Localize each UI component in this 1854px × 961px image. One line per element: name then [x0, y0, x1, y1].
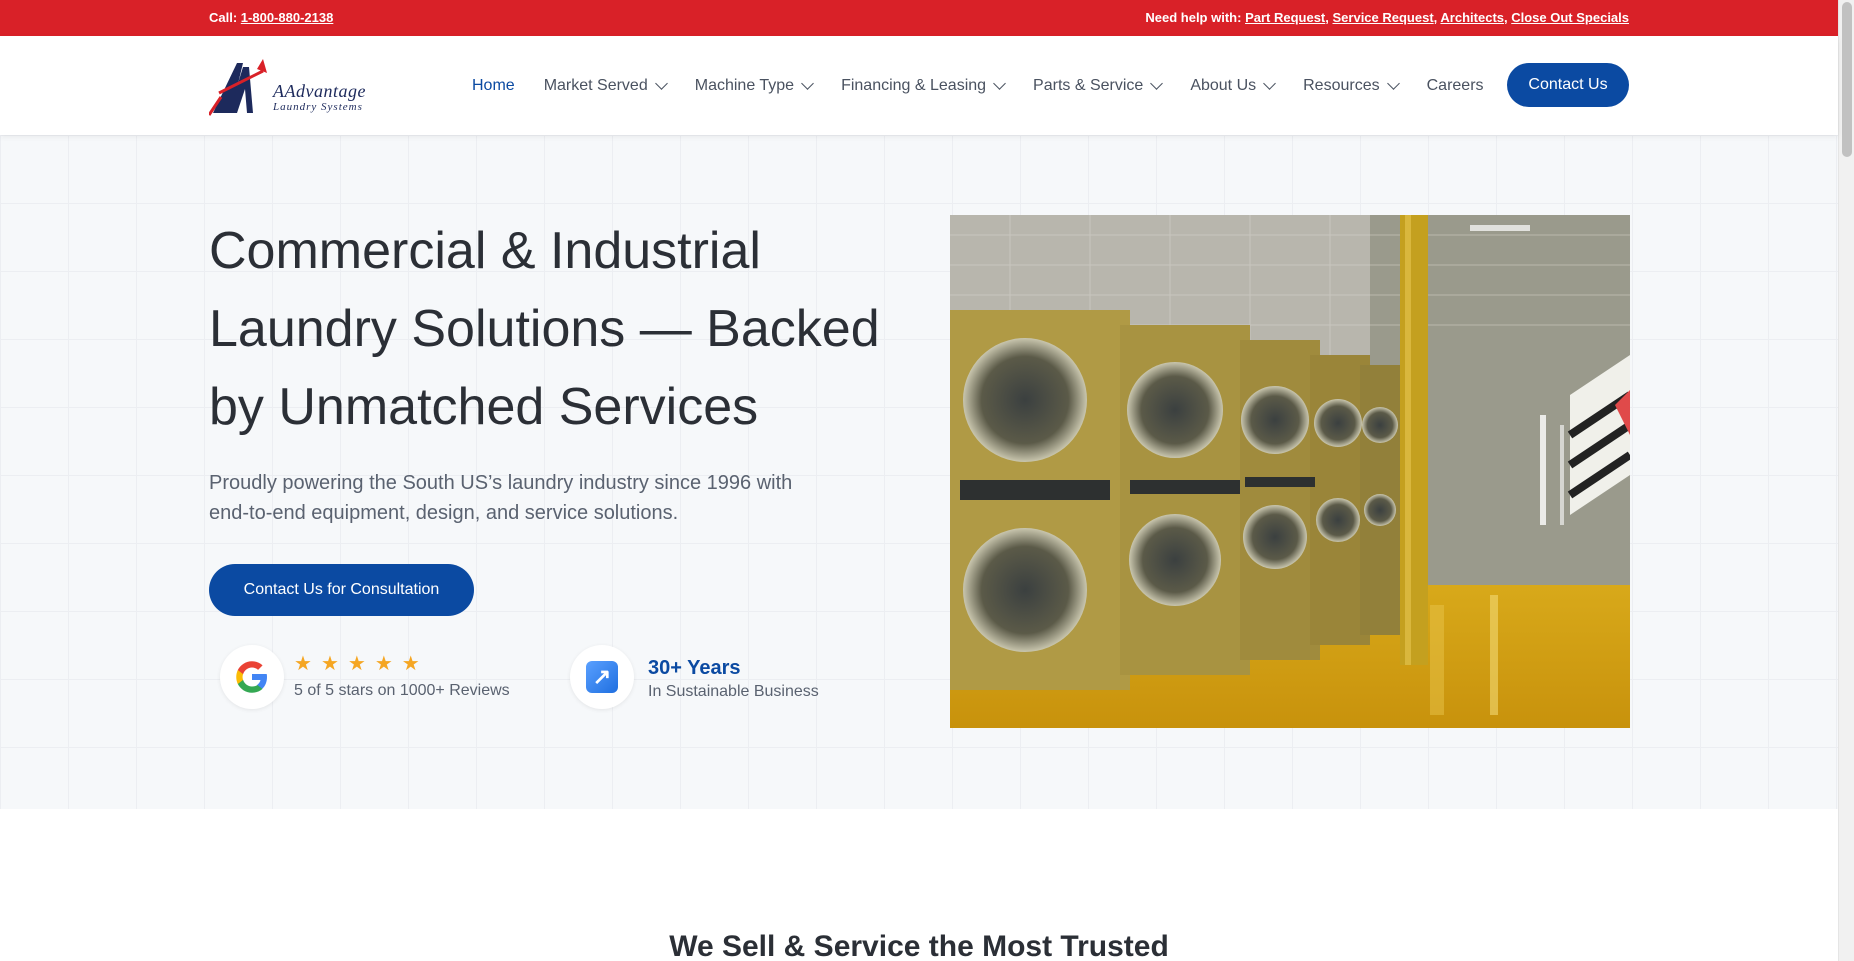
star-icon: ★: [347, 653, 375, 675]
nav-item-careers[interactable]: Careers: [1427, 77, 1484, 95]
logo-text-secondary: Laundry Systems: [273, 101, 363, 113]
years-in-business: ↗ 30+ Years In Sustainable Business: [570, 645, 870, 709]
years-caption: In Sustainable Business: [648, 683, 819, 700]
hero-subtitle: Proudly powering the South US’s laundry …: [209, 472, 793, 524]
years-value: 30+ Years: [648, 657, 741, 679]
logo-mark-icon: [207, 59, 267, 116]
chevron-down-icon: [654, 76, 668, 90]
consultation-button[interactable]: Contact Us for Consultation: [209, 564, 474, 616]
google-badge: [220, 645, 284, 709]
part-request-link[interactable]: Part Request: [1245, 10, 1325, 25]
site-header: AAdvantage Laundry Systems Home Market S…: [0, 36, 1838, 135]
service-request-link[interactable]: Service Request: [1333, 10, 1434, 25]
star-icon: ★: [401, 653, 429, 675]
top-bar: Call: 1-800-880-2138 Need help with: Par…: [0, 0, 1838, 36]
nav-item-market-served[interactable]: Market Served: [543, 76, 668, 95]
google-rating: ★★★★★ 5 of 5 stars on 1000+ Reviews: [220, 645, 540, 709]
page-scrollbar[interactable]: [1838, 0, 1854, 961]
close-out-specials-link[interactable]: Close Out Specials: [1511, 10, 1629, 25]
phone-link[interactable]: 1-800-880-2138: [241, 10, 334, 25]
call-info: Call: 1-800-880-2138: [209, 10, 333, 25]
hero-title: Commercial & Industrial Laundry Solution…: [209, 222, 880, 436]
chevron-down-icon: [1150, 76, 1164, 90]
chevron-down-icon: [993, 76, 1006, 90]
main-nav: Home Market Served Machine Type Financin…: [472, 36, 1513, 135]
nav-item-financing-leasing[interactable]: Financing & Leasing: [841, 76, 1006, 95]
nav-label: Resources: [1303, 76, 1380, 94]
star-icon: ★: [294, 653, 321, 675]
nav-label: Parts & Service: [1033, 76, 1144, 94]
nav-label: Home: [472, 76, 515, 94]
nav-label: Market Served: [543, 76, 648, 94]
nav-item-resources[interactable]: Resources: [1303, 76, 1400, 95]
scrollbar-thumb[interactable]: [1842, 2, 1852, 157]
years-badge: ↗: [570, 645, 634, 709]
chevron-down-icon: [801, 76, 814, 90]
help-label: Need help with:: [1145, 10, 1242, 25]
laundromat-image: [950, 215, 1630, 728]
hero-section: Commercial & Industrial Laundry Solution…: [0, 135, 1838, 809]
rating-text: 5 of 5 stars on 1000+ Reviews: [294, 682, 510, 699]
chevron-down-icon: [1386, 76, 1400, 90]
logo-text-primary: AAdvantage: [273, 81, 366, 101]
call-label: Call:: [209, 10, 238, 25]
nav-item-home[interactable]: Home: [472, 77, 515, 95]
nav-item-parts-service[interactable]: Parts & Service: [1033, 76, 1164, 95]
company-logo[interactable]: AAdvantage Laundry Systems: [207, 53, 389, 117]
nav-label: Careers: [1426, 76, 1484, 94]
nav-label: Financing & Leasing: [841, 76, 987, 94]
contact-us-button[interactable]: Contact Us: [1507, 63, 1629, 107]
arrow-up-right-icon: ↗: [586, 661, 618, 693]
nav-item-machine-type[interactable]: Machine Type: [694, 76, 814, 95]
nav-label: About Us: [1190, 76, 1257, 94]
star-icon: ★: [320, 653, 348, 675]
nav-item-about-us[interactable]: About Us: [1190, 76, 1276, 95]
star-icon: ★: [374, 653, 402, 675]
help-links: Need help with: Part Request, Service Re…: [1145, 10, 1629, 25]
laundromat-photo: [950, 215, 1630, 728]
chevron-down-icon: [1263, 76, 1276, 90]
nav-label: Machine Type: [694, 76, 795, 94]
architects-link[interactable]: Architects: [1440, 10, 1504, 25]
google-g-icon: [236, 661, 267, 693]
star-rating: ★★★★★: [294, 651, 429, 676]
section-heading: We Sell & Service the Most Trusted: [669, 930, 1169, 961]
